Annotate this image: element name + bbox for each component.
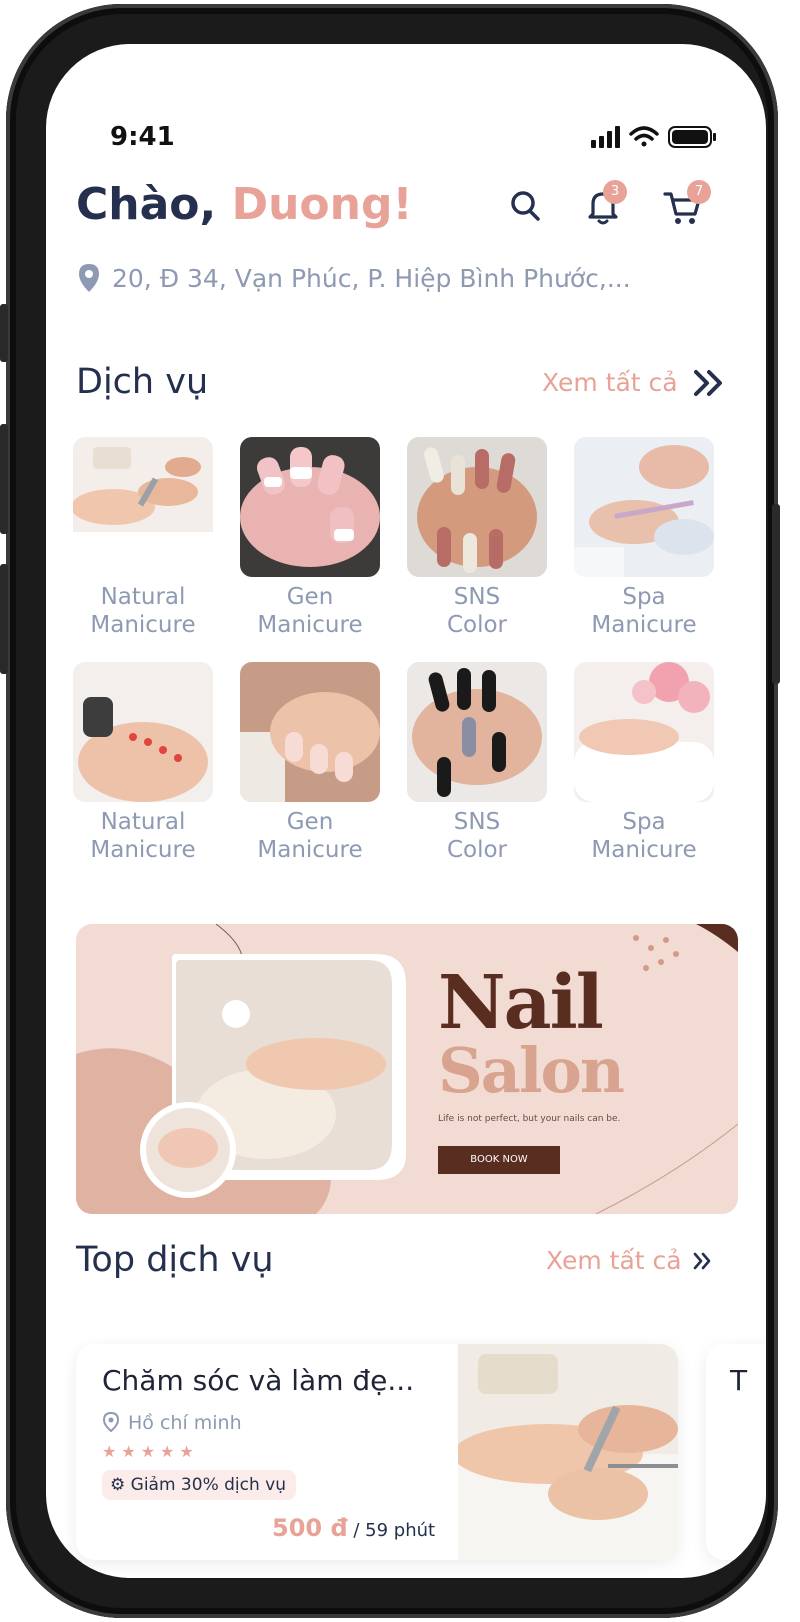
search-icon (511, 191, 540, 221)
top-services-title: Top dịch vụ (76, 1240, 274, 1280)
price-value: 500 đ (272, 1514, 348, 1542)
service-label: Natural Manicure (90, 809, 196, 863)
power-button (772, 504, 780, 684)
service-card-image (458, 1344, 678, 1560)
banner-decoration (76, 924, 738, 1214)
service-label: SNS Color (446, 584, 508, 638)
user-name: Duong! (231, 179, 413, 230)
star-rating: ★★★★★ (102, 1442, 199, 1461)
cellular-signal-icon (591, 126, 620, 148)
service-label: SNS Color (446, 809, 508, 863)
service-item[interactable]: Spa Manicure (574, 662, 714, 864)
service-image-gen-manicure-2 (240, 662, 380, 802)
notifications-button[interactable]: 3 (581, 180, 627, 228)
banner-title-line2: Salon (438, 1034, 625, 1107)
service-item[interactable]: Spa Manicure (574, 437, 714, 639)
location-pin-icon (102, 1411, 120, 1433)
duration-value: / 59 phút (347, 1520, 436, 1541)
service-item[interactable]: Natural Manicure (73, 437, 213, 639)
service-label: Gen Manicure (257, 584, 363, 638)
greeting: Chào, Duong! (76, 179, 413, 230)
discount-icon: ⚙ (110, 1475, 126, 1495)
service-item[interactable]: Gen Manicure (240, 662, 380, 864)
promo-banner[interactable]: Nail Salon Life is not perfect, but your… (76, 924, 738, 1214)
address-text: 20, Đ 34, Vạn Phúc, P. Hiệp Bình Phước,.… (112, 264, 631, 293)
service-label: Natural Manicure (90, 584, 196, 638)
service-title: Chăm sóc và làm đẹ... (102, 1364, 415, 1397)
price-row: 500 đ / 59 phút (272, 1514, 435, 1542)
volume-up-button (0, 424, 8, 534)
wifi-icon (629, 126, 659, 147)
book-now-button[interactable]: BOOK NOW (438, 1146, 560, 1174)
services-title: Dịch vụ (76, 362, 209, 402)
status-time: 9:41 (110, 122, 175, 152)
double-chevron-right-icon[interactable] (692, 368, 726, 398)
top-services-see-all[interactable]: Xem tất cả (546, 1246, 682, 1275)
service-image-gen-manicure (240, 437, 380, 577)
notification-badge: 3 (603, 180, 627, 204)
service-label: Gen Manicure (257, 809, 363, 863)
app-screen: 9:41 Chào, Duong! 3 7 20, Đ 34, Vạn Phúc… (46, 44, 766, 1578)
search-button[interactable] (504, 184, 548, 228)
service-title: T (730, 1364, 748, 1397)
service-location: Hồ chí minh (102, 1411, 242, 1434)
cart-badge: 7 (687, 180, 711, 204)
greeting-text: Chào, (76, 179, 217, 230)
status-icons (591, 122, 731, 154)
service-image-spa-manicure (574, 437, 714, 577)
top-service-card[interactable]: T (706, 1344, 766, 1560)
service-image-sns-color (407, 437, 547, 577)
address-row[interactable]: 20, Đ 34, Vạn Phúc, P. Hiệp Bình Phước,.… (76, 264, 631, 293)
service-image-spa-manicure-2 (574, 662, 714, 802)
service-item[interactable]: SNS Color (407, 662, 547, 864)
banner-tagline: Life is not perfect, but your nails can … (438, 1114, 621, 1124)
services-see-all-label: Xem tất cả (542, 368, 678, 397)
mute-switch (0, 304, 8, 362)
volume-down-button (0, 564, 8, 674)
top-services-see-all-label: Xem tất cả (546, 1246, 682, 1275)
location-text: Hồ chí minh (128, 1412, 242, 1434)
battery-icon (668, 126, 716, 148)
discount-text: Giảm 30% dịch vụ (130, 1475, 286, 1495)
services-see-all[interactable]: Xem tất cả (542, 368, 678, 397)
chevron-double-right-icon[interactable] (692, 1250, 712, 1272)
top-service-card[interactable]: Chăm sóc và làm đẹ... Hồ chí minh ★★★★★ … (76, 1344, 678, 1560)
service-image-natural-manicure-2 (73, 662, 213, 802)
service-image-natural-manicure (73, 437, 213, 577)
service-label: Spa Manicure (591, 809, 697, 863)
service-item[interactable]: Gen Manicure (240, 437, 380, 639)
cart-button[interactable]: 7 (661, 180, 711, 228)
service-item[interactable]: SNS Color (407, 437, 547, 639)
service-image-sns-color-2 (407, 662, 547, 802)
service-label: Spa Manicure (591, 584, 697, 638)
phone-frame: 9:41 Chào, Duong! 3 7 20, Đ 34, Vạn Phúc… (0, 4, 780, 1618)
discount-badge: ⚙ Giảm 30% dịch vụ (102, 1470, 296, 1500)
service-item[interactable]: Natural Manicure (73, 662, 213, 864)
location-pin-icon (79, 264, 99, 292)
